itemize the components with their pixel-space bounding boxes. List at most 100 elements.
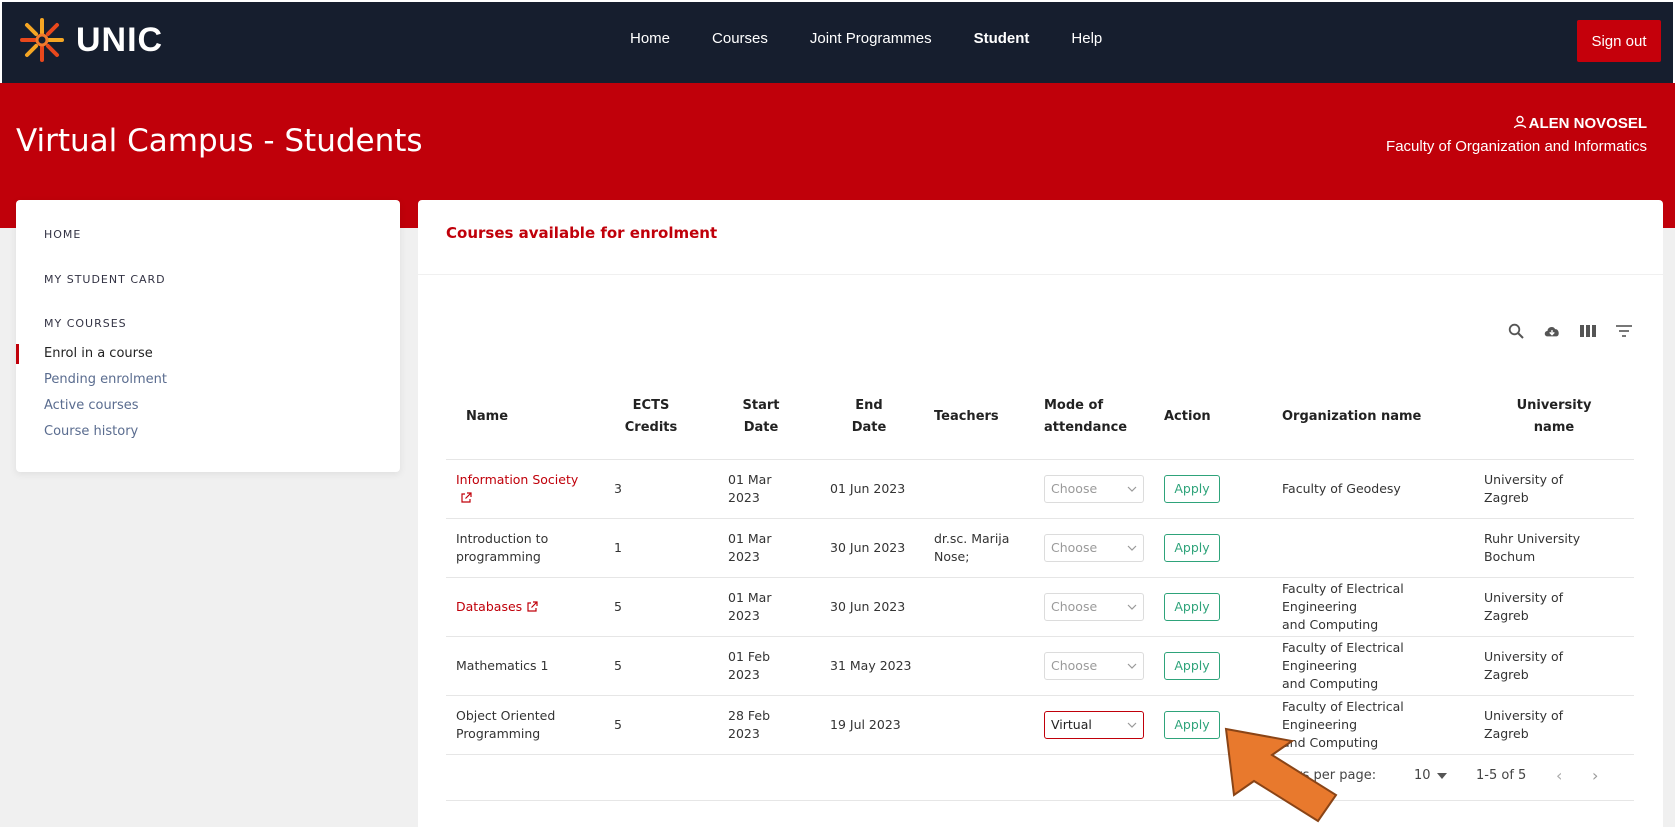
course-name-line2: Programming bbox=[456, 725, 541, 741]
col-end-line1: End bbox=[855, 398, 883, 414]
pagination: ws per page: 10 1-5 of 5 ‹ › bbox=[446, 754, 1634, 801]
uni-line2: Zagreb bbox=[1484, 725, 1529, 741]
sidebar-item-active-courses[interactable]: Active courses bbox=[44, 398, 139, 413]
mode-of-attendance-select[interactable]: Choose bbox=[1044, 474, 1144, 503]
start-date-cell: 01 Mar 2023 bbox=[708, 577, 814, 637]
nav-home[interactable]: Home bbox=[630, 30, 670, 47]
col-start-date[interactable]: Start Date bbox=[708, 376, 814, 460]
action-cell: Apply bbox=[1154, 459, 1260, 519]
user-name-line[interactable]: ALEN NOVOSEL bbox=[1386, 115, 1647, 132]
course-name-cell: Mathematics 1 bbox=[446, 636, 594, 696]
ects-cell: 5 bbox=[594, 695, 708, 755]
course-name: Mathematics 1 bbox=[456, 657, 549, 673]
teacher-line2: Nose; bbox=[934, 548, 970, 564]
sidebar-item-enrol[interactable]: Enrol in a course bbox=[44, 346, 153, 361]
mode-of-attendance-select[interactable]: Choose bbox=[1044, 651, 1144, 680]
course-name-link[interactable]: Information Society bbox=[446, 459, 594, 519]
col-uni-line1: University bbox=[1516, 398, 1592, 414]
user-info: ALEN NOVOSEL Faculty of Organization and… bbox=[1386, 115, 1647, 155]
table-row: Databases 5 01 Mar 2023 30 Jun 2023 Choose Ap… bbox=[446, 577, 1634, 637]
col-name[interactable]: Name bbox=[446, 376, 594, 460]
table-row: Introduction to programming 1 01 Mar 2023 30… bbox=[446, 518, 1634, 578]
rows-per-page-value: 10 bbox=[1414, 768, 1431, 783]
logo-text: UNIC bbox=[76, 20, 164, 59]
university-cell: University of Zagreb bbox=[1474, 636, 1634, 696]
nav-help[interactable]: Help bbox=[1071, 30, 1102, 47]
col-mode[interactable]: Mode of attendance bbox=[1034, 376, 1154, 460]
sidebar-item-course-history[interactable]: Course history bbox=[44, 424, 138, 439]
unic-logo[interactable]: UNIC bbox=[18, 16, 163, 64]
rows-per-page-select[interactable]: 10 bbox=[1414, 768, 1447, 783]
mode-of-attendance-select[interactable]: Virtual bbox=[1044, 710, 1144, 739]
nav-courses[interactable]: Courses bbox=[712, 30, 768, 47]
chevron-down-icon bbox=[1127, 722, 1137, 728]
mode-of-attendance-select[interactable]: Choose bbox=[1044, 592, 1144, 621]
mode-value: Choose bbox=[1051, 598, 1098, 614]
col-ects[interactable]: ECTS Credits bbox=[594, 376, 708, 460]
col-end-line2: Date bbox=[851, 420, 887, 436]
end-date-cell: 01 Jun 2023 bbox=[814, 459, 924, 519]
mode-of-attendance-select[interactable]: Choose bbox=[1044, 533, 1144, 562]
course-name-link[interactable]: Databases bbox=[446, 577, 594, 637]
prev-page-icon[interactable]: ‹ bbox=[1556, 766, 1562, 785]
organization-cell: Faculty of Electrical Engineering and Com… bbox=[1260, 577, 1474, 637]
teachers-cell bbox=[924, 459, 1034, 519]
col-university[interactable]: University name bbox=[1474, 376, 1634, 460]
teachers-cell bbox=[924, 636, 1034, 696]
sidebar-student-card[interactable]: MY STUDENT CARD bbox=[44, 273, 166, 286]
start-date-cell: 01 Mar 2023 bbox=[708, 459, 814, 519]
org-line2: and Computing bbox=[1282, 675, 1379, 691]
start-date-cell: 01 Feb 2023 bbox=[708, 636, 814, 696]
chevron-down-icon bbox=[1127, 663, 1137, 669]
sidebar-home[interactable]: HOME bbox=[44, 228, 81, 241]
course-name: Introduction to bbox=[456, 530, 549, 546]
col-end-date[interactable]: End Date bbox=[814, 376, 924, 460]
nav-student[interactable]: Student bbox=[974, 30, 1030, 47]
sidebar: HOME MY STUDENT CARD MY COURSES Enrol in… bbox=[16, 200, 400, 472]
cloud-download-icon[interactable] bbox=[1543, 322, 1561, 340]
mode-cell: Virtual bbox=[1034, 695, 1154, 755]
uni-line2: Zagreb bbox=[1484, 489, 1529, 505]
university-cell: University of Zagreb bbox=[1474, 577, 1634, 637]
col-mode-line2: attendance bbox=[1044, 420, 1128, 436]
university-cell: University of Zagreb bbox=[1474, 695, 1634, 755]
chevron-down-icon bbox=[1127, 486, 1137, 492]
apply-button[interactable]: Apply bbox=[1164, 533, 1220, 562]
end-date-cell: 19 Jul 2023 bbox=[814, 695, 924, 755]
external-link-icon[interactable] bbox=[526, 601, 538, 613]
columns-icon[interactable] bbox=[1579, 322, 1597, 340]
org-line1: Faculty of Electrical Engineering bbox=[1282, 639, 1404, 673]
mode-cell: Choose bbox=[1034, 518, 1154, 578]
page-title: Virtual Campus - Students bbox=[16, 123, 423, 159]
mode-cell: Choose bbox=[1034, 577, 1154, 637]
apply-button[interactable]: Apply bbox=[1164, 710, 1220, 739]
chevron-down-icon bbox=[1127, 545, 1137, 551]
search-icon[interactable] bbox=[1507, 322, 1525, 340]
uni-line2: Bochum bbox=[1484, 548, 1536, 564]
action-cell: Apply bbox=[1154, 577, 1260, 637]
col-uni-line2: name bbox=[1533, 420, 1575, 436]
external-link-icon[interactable] bbox=[460, 492, 472, 504]
teacher-line1: dr.sc. Marija bbox=[934, 530, 1010, 546]
university-cell: Ruhr University Bochum bbox=[1474, 518, 1634, 578]
col-action[interactable]: Action bbox=[1154, 376, 1260, 460]
apply-button[interactable]: Apply bbox=[1164, 651, 1220, 680]
courses-table: Name ECTS Credits Start Date End Date Teach… bbox=[446, 376, 1634, 755]
nav-joint-programmes[interactable]: Joint Programmes bbox=[810, 30, 932, 47]
teachers-cell bbox=[924, 695, 1034, 755]
university-cell: University of Zagreb bbox=[1474, 459, 1634, 519]
col-teachers[interactable]: Teachers bbox=[924, 376, 1034, 460]
section-title: Courses available for enrolment bbox=[446, 224, 718, 242]
table-header-row: Name ECTS Credits Start Date End Date Teach… bbox=[446, 376, 1634, 460]
sidebar-item-pending-enrolment[interactable]: Pending enrolment bbox=[44, 372, 167, 387]
col-organization[interactable]: Organization name bbox=[1260, 376, 1474, 460]
sign-out-button[interactable]: Sign out bbox=[1577, 20, 1661, 62]
next-page-icon[interactable]: › bbox=[1592, 766, 1598, 785]
apply-button[interactable]: Apply bbox=[1164, 592, 1220, 621]
mode-value: Choose bbox=[1051, 657, 1098, 673]
organization-cell: Faculty of Geodesy bbox=[1260, 459, 1474, 519]
filter-icon[interactable] bbox=[1615, 322, 1633, 340]
apply-button[interactable]: Apply bbox=[1164, 474, 1220, 503]
org-line1: Faculty of Geodesy bbox=[1282, 480, 1401, 496]
table-toolbar bbox=[1507, 322, 1633, 340]
